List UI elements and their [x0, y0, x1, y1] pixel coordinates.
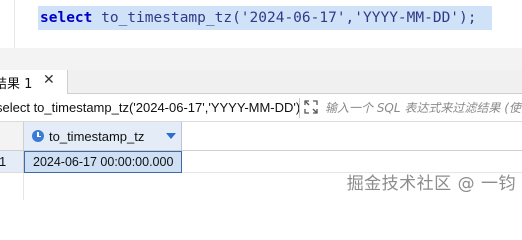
- cell-value: 2024-06-17 00:00:00.000: [33, 155, 174, 169]
- sql-editor[interactable]: select to_timestamp_tz('2024-06-17','YYY…: [0, 0, 522, 48]
- sql-statement-body: to_timestamp_tz('2024-06-17','YYYY-MM-DD…: [92, 10, 477, 26]
- header-filler: [182, 122, 522, 151]
- sql-statement[interactable]: select to_timestamp_tz('2024-06-17','YYY…: [40, 7, 477, 29]
- tab-result-1[interactable]: 结果 1 ✕: [0, 70, 68, 94]
- column-header-to-timestamp-tz[interactable]: to_timestamp_tz: [24, 122, 182, 151]
- sql-keyword: select: [40, 10, 93, 26]
- row-number[interactable]: 1: [0, 151, 24, 173]
- grid-corner[interactable]: [0, 122, 24, 151]
- close-icon[interactable]: ✕: [43, 72, 55, 88]
- expand-icon[interactable]: [303, 99, 319, 115]
- tab-label: 结果 1: [0, 77, 33, 92]
- executed-query-label: select to_timestamp_tz('2024-06-17','YYY…: [0, 100, 301, 115]
- sort-arrow-icon[interactable]: [166, 133, 176, 139]
- row-number-label: 1: [0, 154, 7, 169]
- pane-splitter[interactable]: [0, 48, 522, 70]
- result-tabbar: 结果 1 ✕: [0, 70, 522, 94]
- divider: [299, 98, 300, 118]
- clock-icon: [32, 130, 44, 142]
- column-title: to_timestamp_tz: [49, 129, 145, 144]
- filter-input[interactable]: [325, 97, 522, 118]
- filter-bar: select to_timestamp_tz('2024-06-17','YYY…: [0, 94, 522, 122]
- editor-gutter: [14, 0, 15, 48]
- table-cell[interactable]: 2024-06-17 00:00:00.000: [24, 151, 182, 173]
- grid-empty-area: [0, 173, 24, 200]
- watermark: 掘金技术社区 @ 一钧: [346, 174, 516, 194]
